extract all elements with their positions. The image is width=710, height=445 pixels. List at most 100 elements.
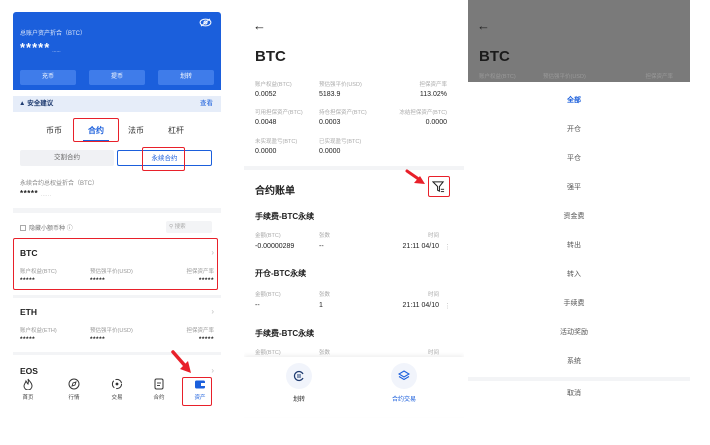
stat-value: 113.02%: [419, 91, 447, 98]
more-icon[interactable]: ⋮: [444, 243, 451, 251]
transfer-icon: [293, 370, 304, 382]
divider: [13, 295, 221, 298]
futures-equity-value: ***** ......: [20, 189, 52, 198]
filter-option-rewards[interactable]: 活动奖励: [468, 327, 680, 337]
stat-label: 可用担保资产(BTC): [255, 110, 303, 116]
dim-overlay[interactable]: ← BTC 账户权益(BTC) 预估强平价(USD) 担保资产率: [468, 0, 690, 82]
coin-header: 账户权益(ETH): [20, 328, 57, 334]
transfer-button[interactable]: 划转: [158, 70, 214, 85]
record-amount: -0.00000289: [255, 243, 295, 250]
document-icon: [154, 378, 164, 390]
stat-value: 0.0048: [255, 119, 277, 126]
red-arrow-annotation: [405, 169, 425, 184]
record-header: 时间: [427, 233, 439, 239]
filter-options-sheet: 全部 开仓 平仓 强平 资金费 转出 转入 手续费 活动奖励 系统 取消: [468, 82, 690, 422]
help-icon[interactable]: ⓘ: [67, 226, 73, 232]
coin-header: 担保资产率: [186, 328, 214, 334]
stat-value: 5183.9: [319, 91, 341, 98]
page-title: BTC: [479, 48, 510, 65]
stat-label: 未实现盈亏(BTC): [255, 139, 298, 145]
stat-value: 0.0000: [255, 148, 277, 155]
highlight-box-perpetual: [142, 147, 185, 171]
highlight-box-filter: [428, 176, 450, 197]
filter-option-transfer-out[interactable]: 转出: [468, 240, 680, 250]
filter-option-funding[interactable]: 资金费: [468, 211, 680, 221]
record-title: 手续费-BTC永续: [255, 329, 315, 338]
security-label: ▲ 安全建议: [19, 100, 54, 107]
divider: [13, 208, 221, 213]
hide-small-toggle[interactable]: 隐藏小额币种 ⓘ: [20, 223, 73, 232]
filter-option-liquidation[interactable]: 强平: [468, 182, 680, 192]
coin-value: *****: [198, 336, 214, 343]
record-header: 张数: [319, 292, 331, 298]
highlight-box-assets-nav: [182, 377, 212, 406]
section-title-contract-bill: 合约账单: [255, 186, 295, 197]
filter-sheet-screen: ← BTC 账户权益(BTC) 预估强平价(USD) 担保资产率 全部 开仓 平…: [468, 0, 690, 445]
stat-label: 持仓担保资产(BTC): [319, 110, 367, 116]
more-icon[interactable]: ⋮: [444, 302, 451, 310]
record-header: 金额(BTC): [255, 233, 281, 239]
record-qty: --: [319, 243, 324, 250]
security-banner[interactable]: ▲ 安全建议 查看: [13, 96, 221, 112]
tab-fiat[interactable]: 法币: [128, 125, 144, 136]
highlight-box-contract-tab: [73, 118, 119, 142]
subtab-delivery[interactable]: 交割合约: [20, 150, 114, 166]
withdraw-button[interactable]: 提币: [89, 70, 145, 85]
total-assets-value: *****......: [20, 40, 61, 55]
filter-option-close[interactable]: 平仓: [468, 153, 680, 163]
record-header: 张数: [319, 350, 331, 356]
highlight-box-btc: [13, 238, 218, 290]
tab-margin[interactable]: 杠杆: [168, 125, 184, 136]
stat-label: 冻结担保资产(BTC): [399, 110, 447, 116]
checkbox-icon[interactable]: [20, 225, 26, 231]
total-assets-label: 总账户资产折合（BTC）: [20, 31, 87, 37]
bottom-action-bar: 划转 合约交易: [244, 357, 464, 417]
futures-equity-label: 永续合约总权益折合（BTC）: [20, 181, 99, 187]
divider: [468, 377, 690, 381]
transfer-action[interactable]: 划转: [279, 363, 319, 403]
record-header: 张数: [319, 233, 331, 239]
back-arrow-icon[interactable]: ←: [253, 18, 266, 33]
nav-home[interactable]: 首页: [13, 376, 43, 401]
tab-spot[interactable]: 币币: [46, 125, 62, 136]
stat-label: 预估强平价(USD): [319, 82, 362, 88]
filter-option-system[interactable]: 系统: [468, 356, 680, 366]
coin-header: 预估强平价(USD): [90, 328, 133, 334]
stat-value: 0.0003: [319, 119, 341, 126]
stat-label: 账户权益(BTC): [255, 82, 292, 88]
filter-option-all[interactable]: 全部: [468, 95, 680, 105]
cancel-button[interactable]: 取消: [468, 388, 680, 398]
record-time: 21:11 04/10: [402, 243, 439, 250]
deposit-button[interactable]: 充币: [20, 70, 76, 85]
coin-name: EOS: [20, 366, 38, 376]
record-title: 开仓-BTC永续: [255, 269, 307, 278]
filter-option-open[interactable]: 开仓: [468, 124, 680, 134]
assets-screen: 总账户资产折合（BTC） *****...... 充币 提币 划转 ▲ 安全建议…: [0, 0, 232, 445]
nav-trade[interactable]: 交易: [102, 376, 132, 401]
nav-contract[interactable]: 合约: [144, 376, 174, 401]
stat-label: 已实现盈亏(BTC): [319, 139, 362, 145]
back-arrow-icon[interactable]: ←: [477, 18, 490, 33]
layers-icon: [398, 370, 410, 381]
page-title: BTC: [255, 48, 286, 65]
stat-value: 0.0000: [319, 148, 341, 155]
filter-option-fee[interactable]: 手续费: [468, 298, 680, 308]
coin-value: *****: [90, 336, 106, 343]
stat-value: 0.0052: [255, 91, 277, 98]
chevron-right-icon: ›: [211, 307, 214, 316]
divider: [244, 166, 464, 170]
record-time: 21:11 04/10: [402, 302, 439, 309]
stat-label: 担保资产率: [419, 82, 447, 88]
ghost-label: 担保资产率: [645, 74, 673, 80]
filter-option-transfer-in[interactable]: 转入: [468, 269, 680, 279]
coin-name: ETH: [20, 307, 37, 317]
eye-hidden-icon[interactable]: [199, 18, 212, 27]
red-arrow-annotation: [171, 350, 191, 373]
ghost-label: 账户权益(BTC): [479, 74, 516, 80]
record-amount: --: [255, 302, 260, 309]
security-view-link[interactable]: 查看: [200, 96, 213, 112]
compass-icon: [68, 378, 80, 390]
search-input[interactable]: ⚲ 搜索: [166, 221, 212, 233]
nav-markets[interactable]: 行情: [59, 376, 89, 401]
contract-trade-action[interactable]: 合约交易: [384, 363, 424, 403]
